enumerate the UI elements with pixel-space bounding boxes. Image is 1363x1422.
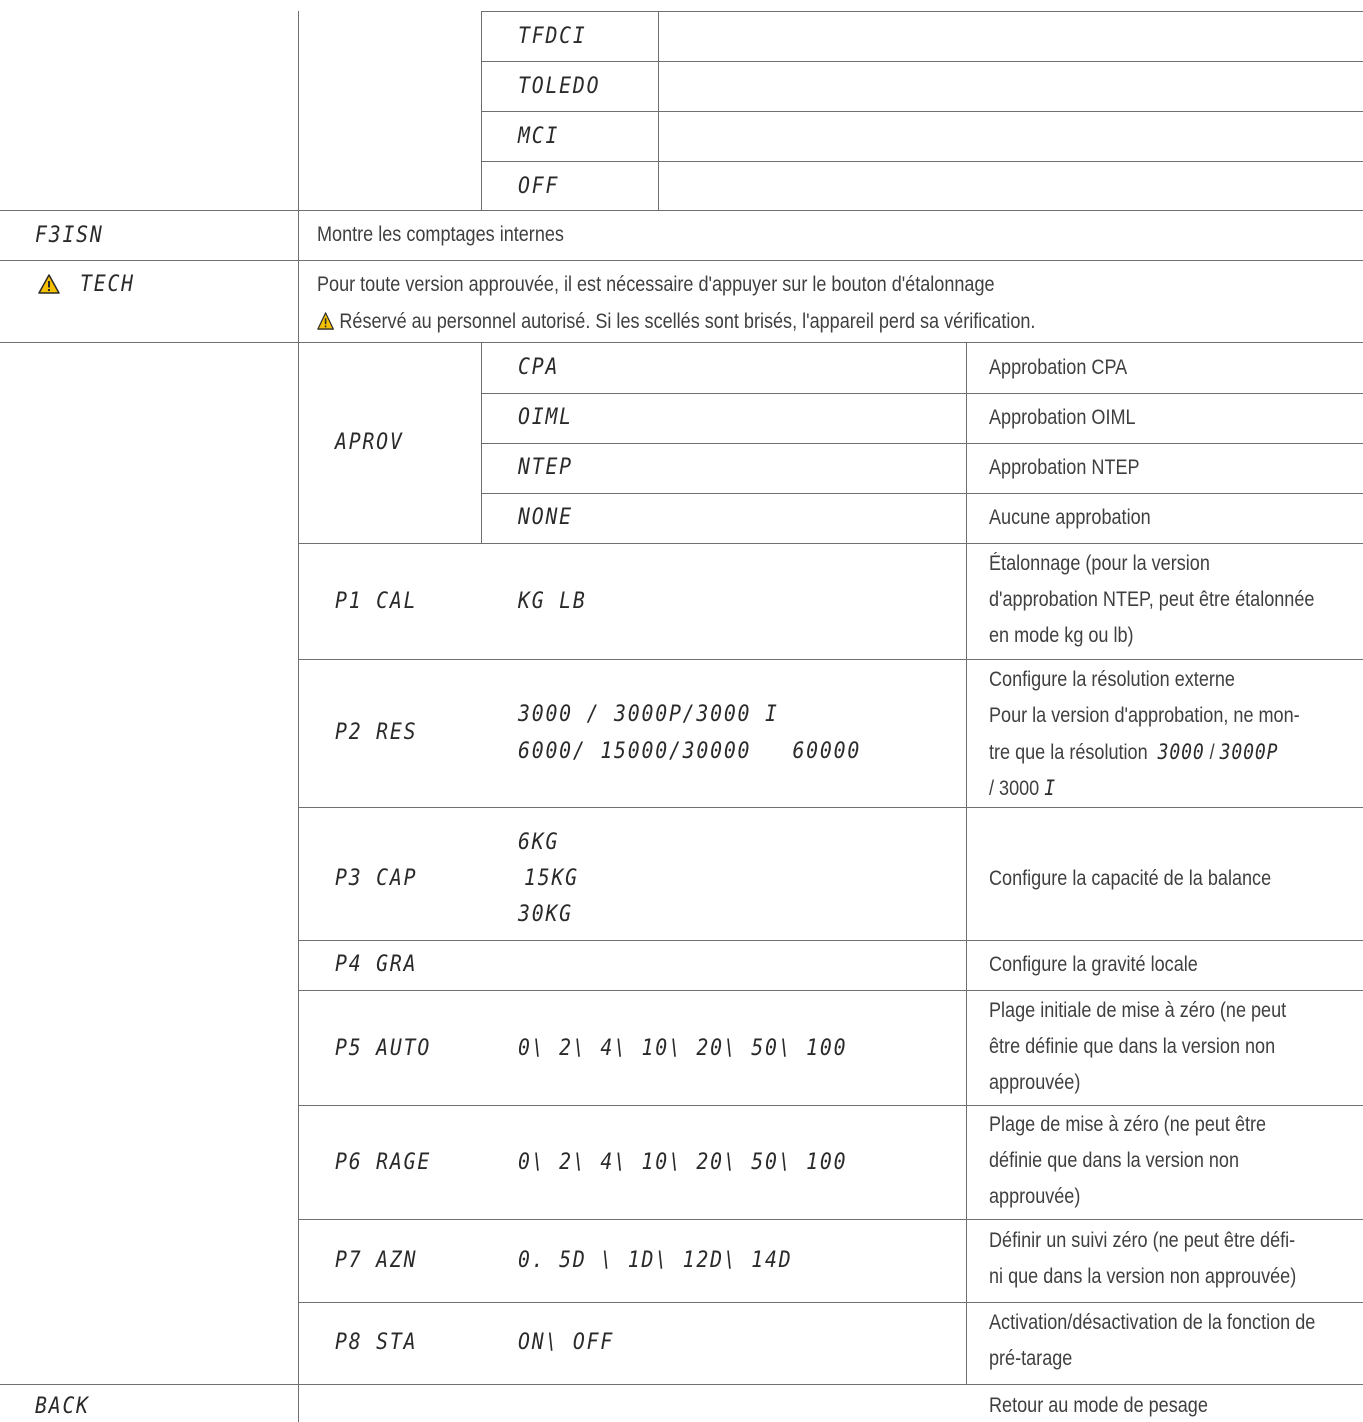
p1-description: Étalonnage (pour la version: [989, 552, 1210, 575]
col-divider: [481, 11, 482, 210]
col-divider: [298, 342, 299, 1422]
row-divider: [298, 1105, 1363, 1106]
p1-description: d'approbation NTEP, peut être étalonnée: [989, 588, 1315, 611]
p6-description: approuvée): [989, 1185, 1081, 1208]
menu-code-aprov: APROV: [335, 430, 404, 455]
col-divider: [658, 11, 659, 210]
menu-code-back: BACK: [35, 1394, 90, 1419]
aprov-description: Aucune approbation: [989, 506, 1151, 529]
menu-code-f3isn: F3ISN: [35, 223, 104, 248]
row-divider: [481, 443, 1363, 444]
option-code: MCI: [518, 124, 560, 149]
p8-description: Activation/désactivation de la fonction …: [989, 1311, 1316, 1334]
aprov-description: Approbation OIML: [989, 406, 1136, 429]
aprov-option: NTEP: [518, 455, 573, 480]
aprov-option: CPA: [518, 355, 560, 380]
row-divider: [481, 493, 1363, 494]
menu-code-p8: P8 STA: [335, 1330, 418, 1355]
row-divider: [298, 543, 1363, 544]
p3-description: Configure la capacité de la balance: [989, 867, 1272, 890]
menu-code-p6: P6 RAGE: [335, 1150, 432, 1175]
row-divider: [298, 807, 1363, 808]
menu-code-p4: P4 GRA: [335, 952, 418, 977]
menu-code-p7: P7 AZN: [335, 1248, 418, 1273]
p7-description: ni que dans la version non approuvée): [989, 1265, 1297, 1288]
p6-options: 0\ 2\ 4\ 10\ 20\ 50\ 100: [518, 1150, 848, 1175]
p5-description: approuvée): [989, 1071, 1081, 1094]
p2-description: / 3000 I: [989, 776, 1056, 800]
menu-code-p3: P3 CAP: [335, 866, 418, 891]
aprov-option: OIML: [518, 405, 573, 430]
row-divider: [298, 1219, 1363, 1220]
row-divider: [298, 659, 1363, 660]
row-divider: [0, 210, 1363, 211]
p1-option: KG LB: [518, 589, 587, 614]
warning-icon: [38, 274, 60, 294]
p5-description: être définie que dans la version non: [989, 1035, 1276, 1058]
option-code: TFDCI: [518, 24, 587, 49]
col-divider: [298, 210, 299, 342]
back-description: Retour au mode de pesage: [989, 1394, 1208, 1417]
p6-description: Plage de mise à zéro (ne peut être: [989, 1113, 1267, 1136]
row-divider: [481, 61, 1363, 62]
p5-options: 0\ 2\ 4\ 10\ 20\ 50\ 100: [518, 1036, 848, 1061]
menu-code-p2: P2 RES: [335, 720, 418, 745]
p3-option: 15KG: [524, 866, 579, 891]
option-code: TOLEDO: [518, 74, 601, 99]
p2-options-line1: 3000 / 3000P/3000 I: [518, 702, 779, 727]
p3-option: 30KG: [518, 902, 573, 927]
p8-options: ON\ OFF: [518, 1330, 615, 1355]
p7-options: 0. 5D \ 1D\ 12D\ 14D: [518, 1248, 793, 1273]
menu-code-tech: TECH: [80, 272, 135, 297]
menu-code-p5: P5 AUTO: [335, 1036, 432, 1061]
col-divider: [966, 342, 967, 1384]
option-code: OFF: [518, 174, 560, 199]
tech-description: Pour toute version approuvée, il est néc…: [317, 273, 995, 296]
aprov-description: Approbation CPA: [989, 356, 1128, 379]
row-divider: [481, 111, 1363, 112]
p2-description: Pour la version d'approbation, ne mon-: [989, 704, 1300, 727]
p6-description: définie que dans la version non: [989, 1149, 1240, 1172]
p1-description: en mode kg ou lb): [989, 624, 1134, 647]
row-divider: [481, 393, 1363, 394]
row-divider: [298, 1302, 1363, 1303]
col-divider: [298, 11, 299, 210]
row-divider: [481, 11, 1363, 12]
aprov-option: NONE: [518, 505, 573, 530]
p2-description: tre que la résolution 3000 / 3000P: [989, 740, 1279, 764]
f3isn-description: Montre les comptages internes: [317, 223, 564, 246]
row-divider: [298, 940, 1363, 941]
aprov-description: Approbation NTEP: [989, 456, 1140, 479]
p8-description: pré-tarage: [989, 1347, 1073, 1370]
col-divider: [481, 342, 482, 543]
warning-icon: [317, 312, 334, 330]
row-divider: [0, 342, 1363, 343]
menu-code-p1: P1 CAL: [335, 589, 418, 614]
p7-description: Définir un suivi zéro (ne peut être défi…: [989, 1229, 1296, 1252]
p2-description: Configure la résolution externe: [989, 668, 1235, 691]
tech-warning-line: Réservé au personnel autorisé. Si les sc…: [317, 310, 1035, 334]
row-divider: [0, 1384, 1363, 1385]
p3-option: 6KG: [518, 830, 560, 855]
p2-options-line2: 6000/ 15000/30000 60000: [518, 739, 862, 764]
p4-description: Configure la gravité locale: [989, 953, 1198, 976]
row-divider: [0, 260, 1363, 261]
p5-description: Plage initiale de mise à zéro (ne peut: [989, 999, 1287, 1022]
row-divider: [481, 161, 1363, 162]
tech-warning-text: Réservé au personnel autorisé. Si les sc…: [339, 310, 1036, 333]
row-divider: [298, 990, 1363, 991]
